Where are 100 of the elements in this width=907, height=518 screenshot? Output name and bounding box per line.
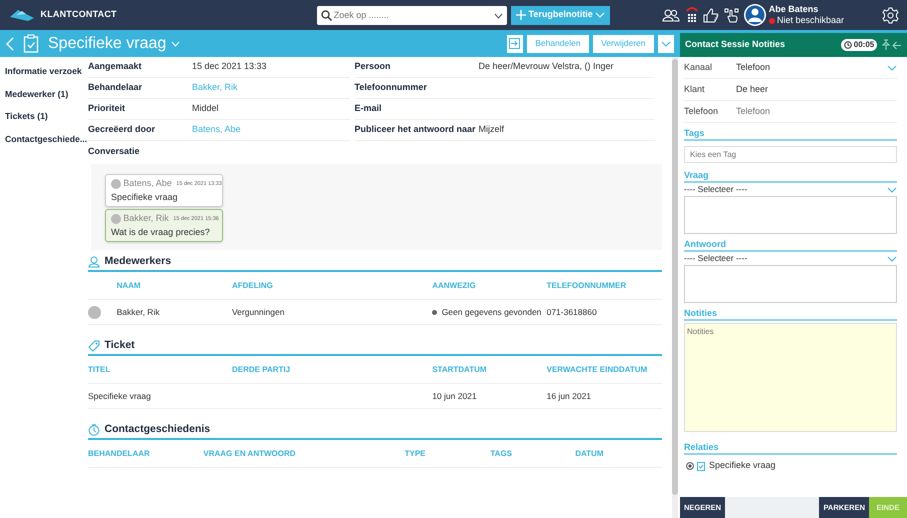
- section-title: Tags: [684, 127, 897, 141]
- column-header: STARTDATUM: [432, 364, 487, 374]
- field-value: Middel: [192, 102, 219, 116]
- field-value: 15 dec 2021 13:33: [192, 60, 267, 74]
- section-title: Medewerkers: [104, 254, 172, 270]
- field-label: E-mail: [354, 102, 383, 116]
- select-field[interactable]: Telefoon: [736, 60, 897, 74]
- dialpad-icon[interactable]: [684, 7, 699, 23]
- user-status: Niet beschikbaar: [768, 15, 844, 26]
- table-cell: Vergunningen: [232, 306, 284, 319]
- field-label: Aangemaakt: [88, 60, 143, 74]
- column-header: AANWEZIG: [432, 280, 476, 290]
- clock-icon: [844, 41, 852, 49]
- section-title: Contactgeschiedenis: [104, 422, 210, 438]
- field-label: Telefoon: [684, 104, 720, 118]
- back-icon[interactable]: [6, 36, 14, 50]
- chevron-down-icon: [887, 64, 897, 70]
- relation-link[interactable]: Specifieke vraag: [709, 459, 776, 472]
- chevron-down-icon: [661, 40, 671, 46]
- field-label: Klant: [684, 82, 706, 96]
- app-name: KLANTCONTACT: [40, 8, 117, 22]
- message-author: Batens, Abe: [123, 177, 172, 190]
- field-label: Gecreëerd door: [88, 123, 156, 136]
- panel-title: Contact Sessie Notities: [685, 38, 786, 52]
- people-icon[interactable]: [662, 8, 680, 22]
- search-field[interactable]: Zoek op ........: [316, 6, 507, 24]
- session-timer: 00:05: [840, 39, 878, 51]
- pin-icon[interactable]: [882, 39, 890, 51]
- hand-pointer-icon[interactable]: [724, 8, 740, 22]
- clipboard-icon: [23, 34, 39, 53]
- scrollbar-thumb[interactable]: [672, 59, 678, 495]
- column-header: TYPE: [404, 448, 426, 458]
- column-header: TITEL: [88, 364, 110, 374]
- section-title: Ticket: [104, 338, 135, 354]
- settings-icon[interactable]: [882, 6, 899, 24]
- logo-icon: [8, 8, 36, 22]
- column-header: DATUM: [575, 448, 604, 458]
- presence-dot: [432, 310, 438, 315]
- avatar: [111, 214, 121, 224]
- field-label: Publiceer het antwoord naar: [354, 123, 477, 136]
- search-icon: [320, 10, 332, 20]
- field-value: Mijzelf: [478, 123, 504, 136]
- user-name: Abe Batens: [768, 4, 820, 15]
- column-header: TELEFOONNUMMER: [546, 280, 626, 290]
- field-label: Prioriteit: [88, 102, 126, 116]
- field-label: Kanaal: [684, 60, 714, 74]
- side-nav-item[interactable]: Medewerker (1): [5, 88, 88, 110]
- section-title: Vraag: [684, 169, 897, 183]
- message-text: Specifieke vraag: [111, 190, 179, 204]
- export-button[interactable]: [506, 34, 523, 52]
- table-cell: Specifieke vraag: [88, 390, 151, 403]
- chevron-down-icon: [887, 256, 897, 262]
- tag-field[interactable]: Kies een Tag: [684, 146, 897, 163]
- section-title: Antwoord: [684, 238, 897, 252]
- timer-icon: [88, 424, 100, 436]
- plus-icon: [516, 10, 526, 20]
- select-field[interactable]: ---- Selecteer ----: [684, 183, 897, 196]
- column-header: DERDE PARTIJ: [232, 364, 290, 374]
- person-icon: [88, 256, 100, 268]
- column-header: BEHANDELAAR: [88, 448, 150, 458]
- side-nav-item[interactable]: Contactgeschiede...: [5, 132, 88, 155]
- field-label: Behandelaar: [88, 81, 144, 94]
- field-value: De heer: [736, 82, 768, 96]
- side-nav-item[interactable]: Informatie verzoek: [5, 65, 88, 88]
- clipboard-icon: [696, 460, 704, 471]
- table-cell: 071-3618860: [546, 306, 597, 319]
- chevron-down-icon: [887, 186, 897, 192]
- table-cell: Geen gegevens gevonden: [442, 306, 542, 319]
- column-header: NAAM: [116, 280, 141, 290]
- chevron-down-icon: [494, 12, 503, 18]
- tag-icon: [88, 340, 100, 352]
- radio-icon[interactable]: [686, 462, 694, 470]
- column-header: TAGS: [490, 448, 512, 458]
- user-avatar[interactable]: [744, 4, 766, 26]
- column-header: AFDELING: [232, 280, 273, 290]
- field-value: De heer/Mevrouw Velstra, () Inger: [478, 60, 614, 74]
- section-title: Notities: [684, 307, 897, 321]
- message-text: Wat is de vraag precies?: [111, 226, 211, 239]
- page-title: Specifieke vraag: [48, 34, 166, 54]
- field-label: Persoon: [354, 60, 392, 74]
- notes-field[interactable]: Notities: [684, 323, 897, 432]
- message-author: Bakker, Rik: [123, 212, 169, 226]
- chevron-down-icon[interactable]: [170, 40, 180, 46]
- table-cell: 10 jun 2021: [432, 390, 477, 403]
- table-cell: 16 jun 2021: [546, 390, 592, 403]
- section-title: Relaties: [684, 440, 897, 454]
- column-header: VERWACHTE EINDDATUM: [546, 364, 648, 374]
- select-field[interactable]: ---- Selecteer ----: [684, 252, 897, 265]
- field-label: Telefoonnummer: [354, 81, 428, 94]
- more-actions-button[interactable]: [658, 34, 674, 52]
- thumbs-up-icon[interactable]: [703, 8, 720, 22]
- avatar: [111, 179, 121, 189]
- field-label: Conversatie: [88, 144, 141, 158]
- column-header: VRAAG EN ANTWOORD: [203, 448, 296, 458]
- status-dot: [768, 18, 775, 24]
- arrow-left-icon[interactable]: [892, 40, 902, 50]
- avatar: [88, 306, 101, 319]
- chevron-down-icon: [595, 12, 606, 18]
- table-cell: Bakker, Rik: [116, 306, 160, 319]
- side-nav-item[interactable]: Tickets (1): [5, 110, 88, 132]
